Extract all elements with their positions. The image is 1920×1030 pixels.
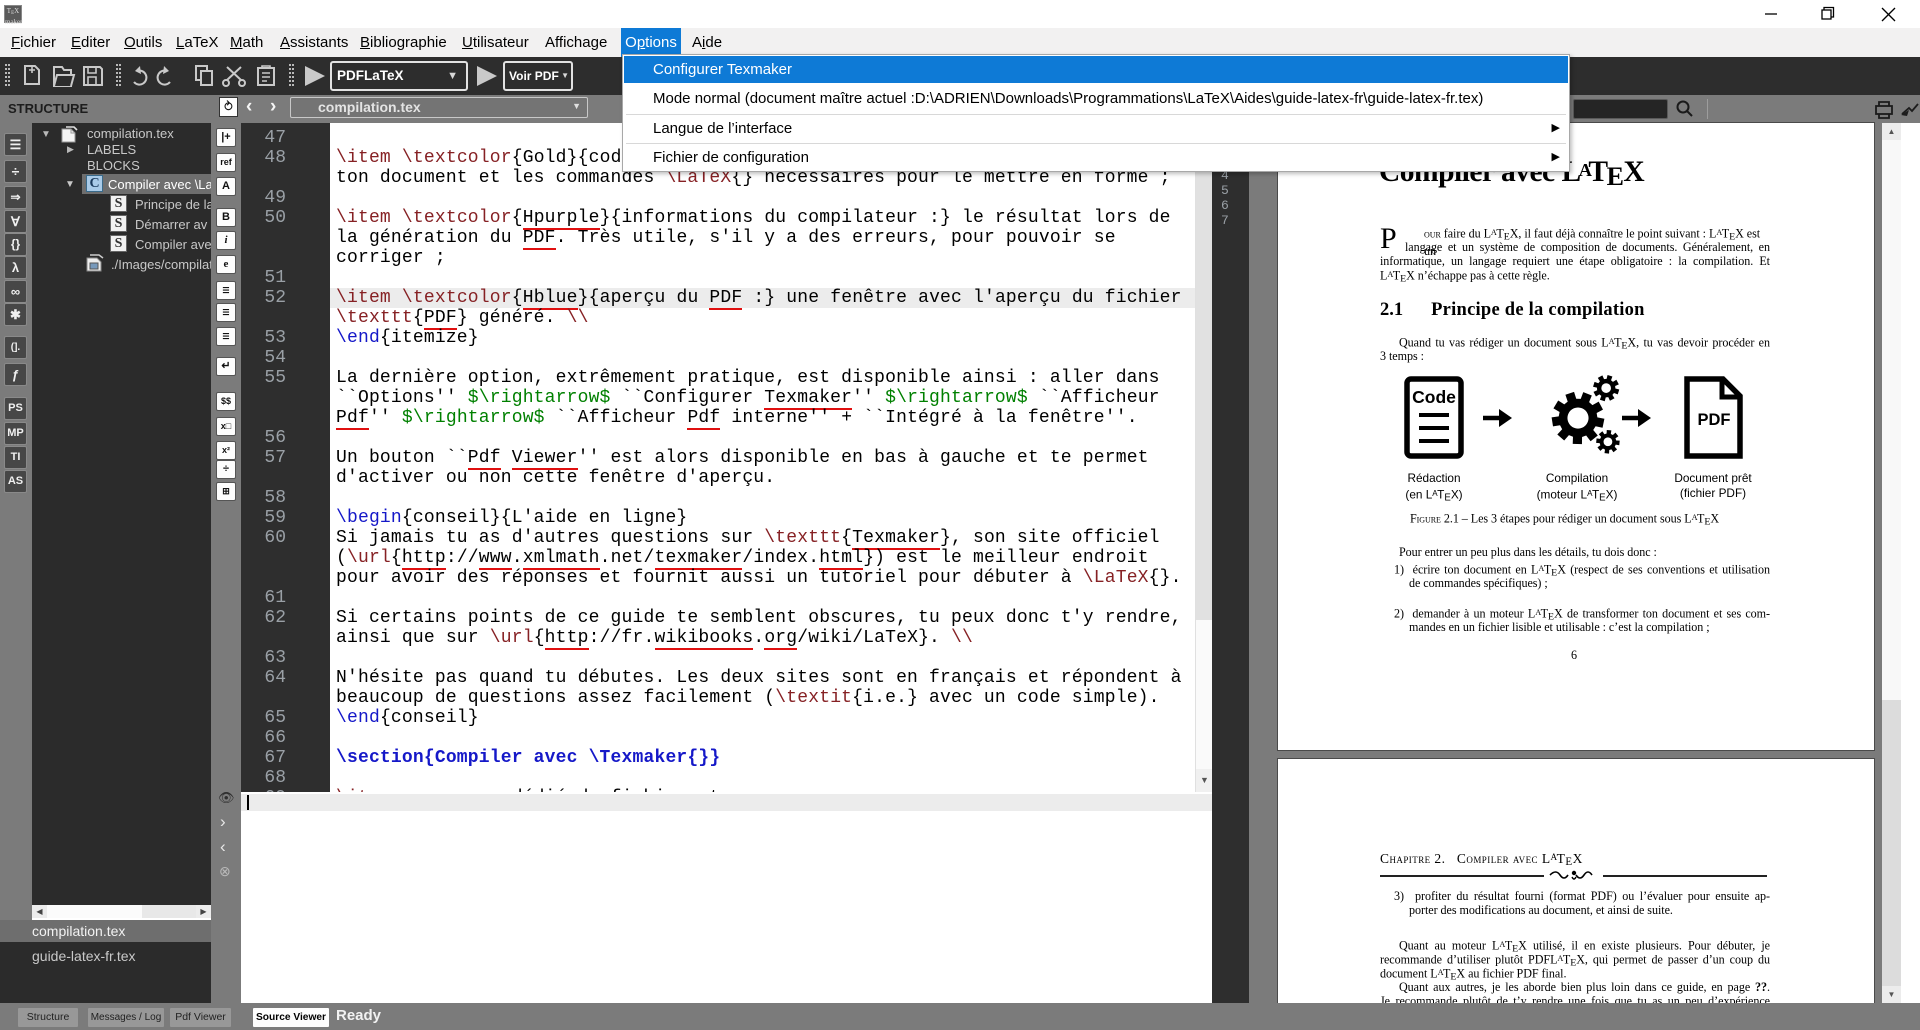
svg-text:PDF: PDF (1698, 411, 1731, 429)
svg-text:Code: Code (1412, 387, 1456, 407)
